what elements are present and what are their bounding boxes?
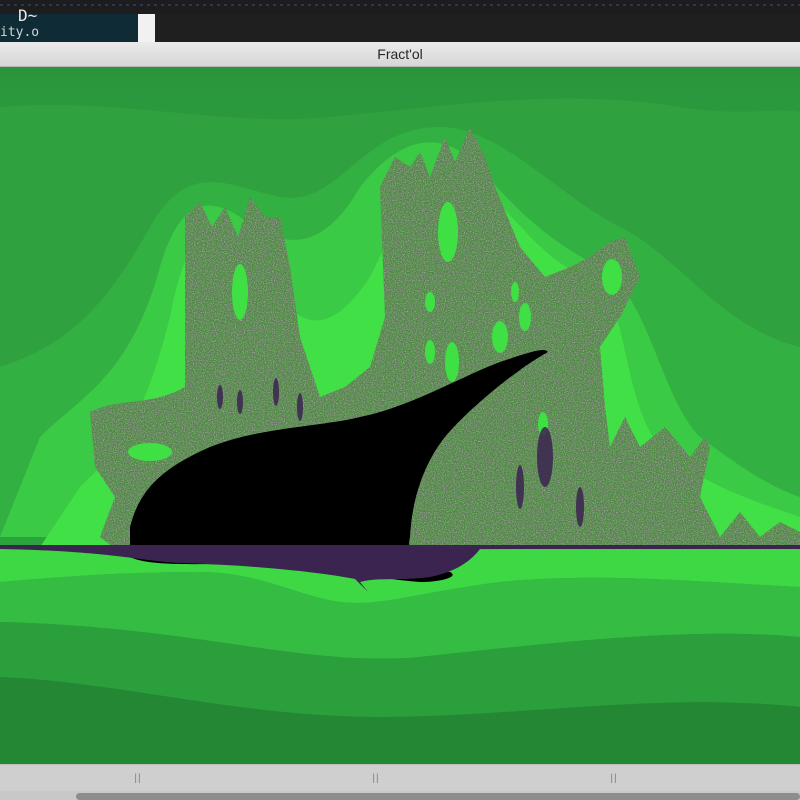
purple-streak xyxy=(576,487,584,527)
bottom-bar: || || || xyxy=(0,764,800,800)
fractal-bubble xyxy=(128,443,172,461)
terminal-separator xyxy=(138,14,155,42)
pane-divider-handle[interactable]: || xyxy=(368,769,384,789)
purple-streak xyxy=(273,378,279,406)
fractal-bubble xyxy=(492,321,508,353)
horizontal-scroll-thumb[interactable] xyxy=(76,793,800,800)
fractal-bubble xyxy=(232,264,248,320)
fractol-window: Fract'ol xyxy=(0,42,800,764)
purple-streak xyxy=(237,390,243,414)
fractal-bubble xyxy=(602,259,622,295)
terminal-glyph: D~ xyxy=(18,6,38,25)
window-titlebar[interactable]: Fract'ol xyxy=(0,42,800,67)
fractal-bubble xyxy=(511,282,519,302)
fractal-bubble xyxy=(438,202,458,262)
fractal-bubble xyxy=(425,340,435,364)
window-title: Fract'ol xyxy=(377,46,423,62)
terminal-pane: D~ ity.o xyxy=(0,8,138,42)
purple-streak xyxy=(217,385,223,409)
terminal-filename: ity.o xyxy=(0,25,40,40)
fractal-bubble xyxy=(445,342,459,382)
background-terminal: D~ ity.o xyxy=(0,0,800,42)
purple-streak xyxy=(516,465,524,509)
pane-divider-handle[interactable]: || xyxy=(606,769,622,789)
pane-divider-handle[interactable]: || xyxy=(130,769,146,789)
purple-streak xyxy=(537,427,553,487)
fractal-canvas[interactable] xyxy=(0,67,800,764)
terminal-right-pane xyxy=(155,14,800,42)
purple-streak xyxy=(297,393,303,421)
horizontal-scrollbar[interactable] xyxy=(0,791,800,800)
background-dotted-line xyxy=(0,4,800,6)
fractal-render xyxy=(0,67,800,764)
fractal-bubble xyxy=(425,292,435,312)
fractal-bubble xyxy=(519,303,531,331)
